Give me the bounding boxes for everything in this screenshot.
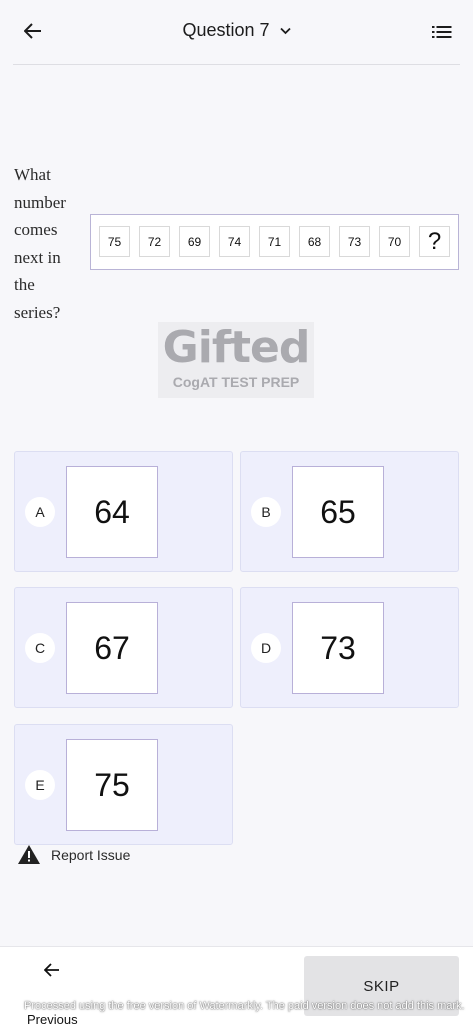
number-series: 75 72 69 74 71 68 73 70 ? — [90, 214, 459, 270]
series-unknown-item: ? — [419, 226, 450, 257]
option-letter: B — [251, 497, 281, 527]
answer-option-c[interactable]: C 67 — [14, 587, 233, 708]
option-letter: D — [251, 633, 281, 663]
chevron-down-icon — [279, 27, 291, 34]
answer-option-b[interactable]: B 65 — [240, 451, 459, 572]
report-issue-button[interactable]: Report Issue — [17, 844, 130, 865]
answer-option-e[interactable]: E 75 — [14, 724, 233, 845]
top-bar: Question 7 — [0, 0, 473, 64]
option-value: 67 — [66, 602, 158, 694]
question-list-button[interactable] — [429, 20, 455, 44]
series-row: 75 72 69 74 71 68 73 70 ? — [99, 226, 450, 257]
bottom-navigation: Previous SKIP Processed using the free v… — [0, 946, 473, 1024]
previous-button[interactable]: Previous — [22, 963, 86, 1024]
question-text: What number comes next in the series? — [14, 165, 66, 322]
option-value: 75 — [66, 739, 158, 831]
series-item: 71 — [259, 226, 290, 257]
question-selector[interactable]: Question 7 — [0, 20, 473, 41]
previous-label: Previous — [27, 1012, 78, 1024]
page-title: Question 7 — [182, 20, 270, 40]
list-icon — [432, 26, 452, 38]
series-item: 70 — [379, 226, 410, 257]
gifted-logo: Gifted CogAT TEST PREP — [158, 322, 314, 398]
option-letter: C — [25, 633, 55, 663]
series-item: 74 — [219, 226, 250, 257]
logo-main-text: Gifted — [162, 322, 311, 373]
header-divider — [13, 64, 460, 65]
option-value: 64 — [66, 466, 158, 558]
logo-sub-text: CogAT TEST PREP — [172, 374, 300, 390]
series-item: 68 — [299, 226, 330, 257]
watermark-notice: Processed using the free version of Wate… — [24, 1000, 465, 1012]
series-item: 75 — [99, 226, 130, 257]
answer-option-d[interactable]: D 73 — [240, 587, 459, 708]
series-item: 69 — [179, 226, 210, 257]
report-issue-label: Report Issue — [51, 846, 131, 863]
series-item: 72 — [139, 226, 170, 257]
option-letter: E — [25, 770, 55, 800]
warning-icon — [18, 845, 40, 864]
series-item: 73 — [339, 226, 370, 257]
option-value: 73 — [292, 602, 384, 694]
answer-option-a[interactable]: A 64 — [14, 451, 233, 572]
option-letter: A — [25, 497, 55, 527]
arrow-left-icon — [44, 963, 59, 977]
option-value: 65 — [292, 466, 384, 558]
